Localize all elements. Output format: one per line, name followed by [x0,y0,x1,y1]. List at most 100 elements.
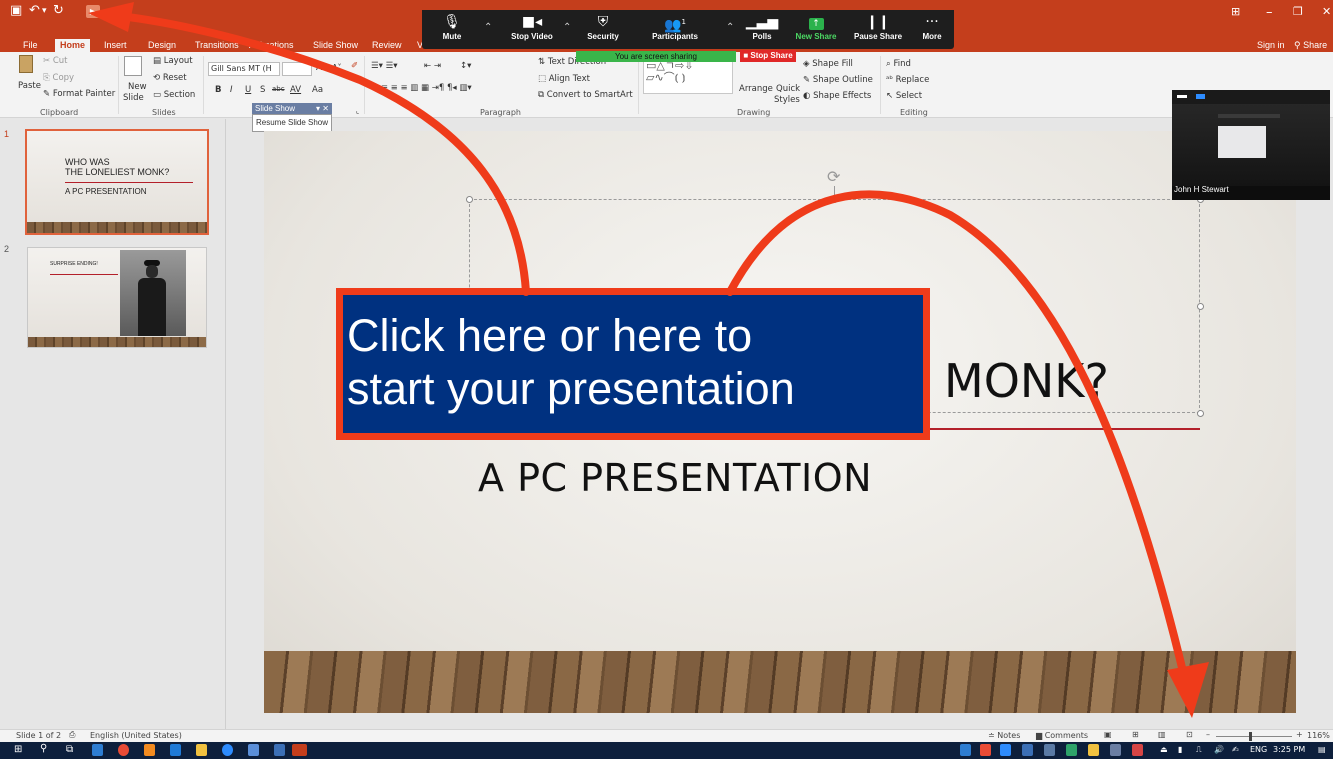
search-icon[interactable]: ⚲ [40,743,47,754]
layout-button[interactable]: ▤ Layout [153,56,193,66]
resize-handle[interactable] [466,196,473,203]
tab-animations[interactable]: Animations [244,39,299,52]
zoom-slider[interactable] [1216,736,1292,737]
undo-caret[interactable]: ▾ [42,6,47,16]
ribbon-display-icon[interactable]: ⊞ [1231,5,1240,18]
chevron-up-icon[interactable]: ⌃ [484,22,492,33]
app-icon[interactable] [274,744,285,756]
tab-slide-show[interactable]: Slide Show [308,39,363,52]
tab-transitions[interactable]: Transitions [190,39,244,52]
security-button[interactable]: ⛨ Security [582,10,624,49]
quick-styles-label-2[interactable]: Styles [774,95,800,105]
new-slide-label-1[interactable]: New [128,82,147,92]
character-spacing-button[interactable]: AV [290,85,301,95]
normal-view-icon[interactable]: ▣ [1104,730,1112,739]
slideshow-view-icon[interactable]: ⊡ [1186,730,1193,739]
slide-thumbnail-2[interactable]: SURPRISE ENDING! [27,247,207,348]
zoom-in-icon[interactable]: + [1296,730,1303,739]
replace-button[interactable]: ᵃᵇ Replace [886,75,929,85]
arrange-button[interactable]: Arrange [739,84,773,94]
minimize-icon[interactable]: – [1266,5,1273,20]
restore-icon[interactable]: ❐ [1293,5,1303,18]
clear-formatting-icon[interactable]: ✐ [351,61,358,71]
select-button[interactable]: ↖ Select [886,91,922,101]
pen-icon[interactable]: ✍ [1232,745,1239,754]
zoom-level[interactable]: 116% [1307,731,1330,740]
tray-icon[interactable] [1132,744,1143,756]
stop-share-button[interactable]: ■ Stop Share [740,50,796,62]
bold-button[interactable]: B [215,85,221,95]
bullets-icon[interactable]: ☰▾ ☰▾ [371,61,397,71]
slide-thumbnail-1[interactable]: WHO WAS THE LONELIEST MONK? A PC PRESENT… [25,129,209,235]
shapes-gallery[interactable]: ▭△ㄱ⇨⇩ ▱∿⌒⦅ ⦆ [643,58,733,94]
task-view-icon[interactable]: ⧉ [66,744,73,755]
reading-view-icon[interactable]: ▥ [1158,730,1166,739]
tray-icon[interactable] [1066,744,1077,756]
font-name-select[interactable]: Gill Sans MT (H [208,62,280,76]
italic-button[interactable]: I [230,85,233,95]
participant-video[interactable]: ▬ John H Stewart [1172,90,1330,200]
input-language[interactable]: ENG [1250,745,1267,754]
grow-font-icon[interactable]: A˄ [316,63,327,73]
find-button[interactable]: ⌕ Find [886,59,911,69]
chevron-up-icon[interactable]: ⌃ [563,22,571,33]
tray-icon[interactable] [980,744,991,756]
notes-button[interactable]: ≐ Notes [988,731,1020,740]
tray-icon[interactable] [1044,744,1055,756]
redo-icon[interactable]: ↻ [53,3,64,18]
slide-subtitle[interactable]: A PC PRESENTATION [478,456,872,500]
participants-button[interactable]: 👥1 Participants [647,10,703,49]
undo-icon[interactable]: ↶ [29,3,40,18]
font-size-select[interactable] [282,62,312,76]
underline-button[interactable]: U [245,85,251,95]
strikethrough-button[interactable]: abc [272,85,285,93]
tab-insert[interactable]: Insert [99,39,132,52]
tray-icon[interactable] [1088,744,1099,756]
tab-design[interactable]: Design [143,39,181,52]
shadow-button[interactable]: S [260,85,265,95]
more-button[interactable]: ··· More [914,10,950,49]
resize-handle[interactable] [1197,303,1204,310]
pause-share-button[interactable]: ❙❙ Pause Share [850,10,906,49]
cut-button[interactable]: ✂ Cut [43,56,67,66]
tab-file[interactable]: File [18,39,43,52]
resume-slideshow-button[interactable]: Resume Slide Show [252,114,332,132]
change-case-button[interactable]: Aa [312,85,323,95]
tray-icon[interactable] [1110,744,1121,756]
edge-icon[interactable] [170,744,181,756]
comments-button[interactable]: ▆ Comments [1036,731,1088,740]
start-from-beginning-icon[interactable]: ▶ [86,5,100,18]
stop-video-button[interactable]: ■◂ Stop Video [502,10,562,49]
app-icon[interactable] [196,744,207,756]
new-slide-icon[interactable] [124,56,142,76]
powerpoint-icon[interactable] [292,744,307,756]
resize-handle[interactable] [1197,410,1204,417]
indent-icon[interactable]: ⇤ ⇥ [424,61,441,71]
view-icon[interactable] [1196,94,1205,99]
mute-button[interactable]: 🎙 Mute [432,10,472,49]
close-icon[interactable]: ▾ ✕ [316,103,329,114]
new-share-button[interactable]: ↑ New Share [792,10,840,49]
chrome-icon[interactable] [118,744,129,756]
volume-icon[interactable]: 🔊 [1214,745,1224,754]
spellcheck-icon[interactable]: ⎙ [69,730,75,740]
align-icons[interactable]: ≡ ≡ ≡ ≡ ▥ ▦ ⇥¶ ¶◂ ▥▾ [371,83,472,93]
battery-icon[interactable]: ▮ [1178,745,1182,754]
tray-icon[interactable] [1022,744,1033,756]
chevron-up-icon[interactable]: ⌃ [726,22,734,33]
tray-icon[interactable] [960,744,971,756]
notification-icon[interactable]: ▤ [1318,745,1326,754]
clock[interactable]: 3:25 PM [1273,745,1305,754]
zoom-slider-thumb[interactable] [1249,732,1252,741]
align-text-button[interactable]: ⬚ Align Text [538,74,590,84]
shape-effects-button[interactable]: ◐ Shape Effects [803,91,871,101]
section-button[interactable]: ▭ Section [153,90,195,100]
language-status[interactable]: English (United States) [90,731,182,740]
zoom-out-icon[interactable]: – [1206,730,1210,739]
paste-button[interactable]: Paste [18,81,41,91]
close-icon[interactable]: ✕ [1322,5,1331,18]
network-icon[interactable]: ⎍ [1196,745,1202,755]
rotate-handle-icon[interactable]: ⟳ [827,167,840,186]
sign-in-link[interactable]: Sign in [1252,39,1290,52]
minimize-icon[interactable]: ▬ [1177,90,1187,101]
